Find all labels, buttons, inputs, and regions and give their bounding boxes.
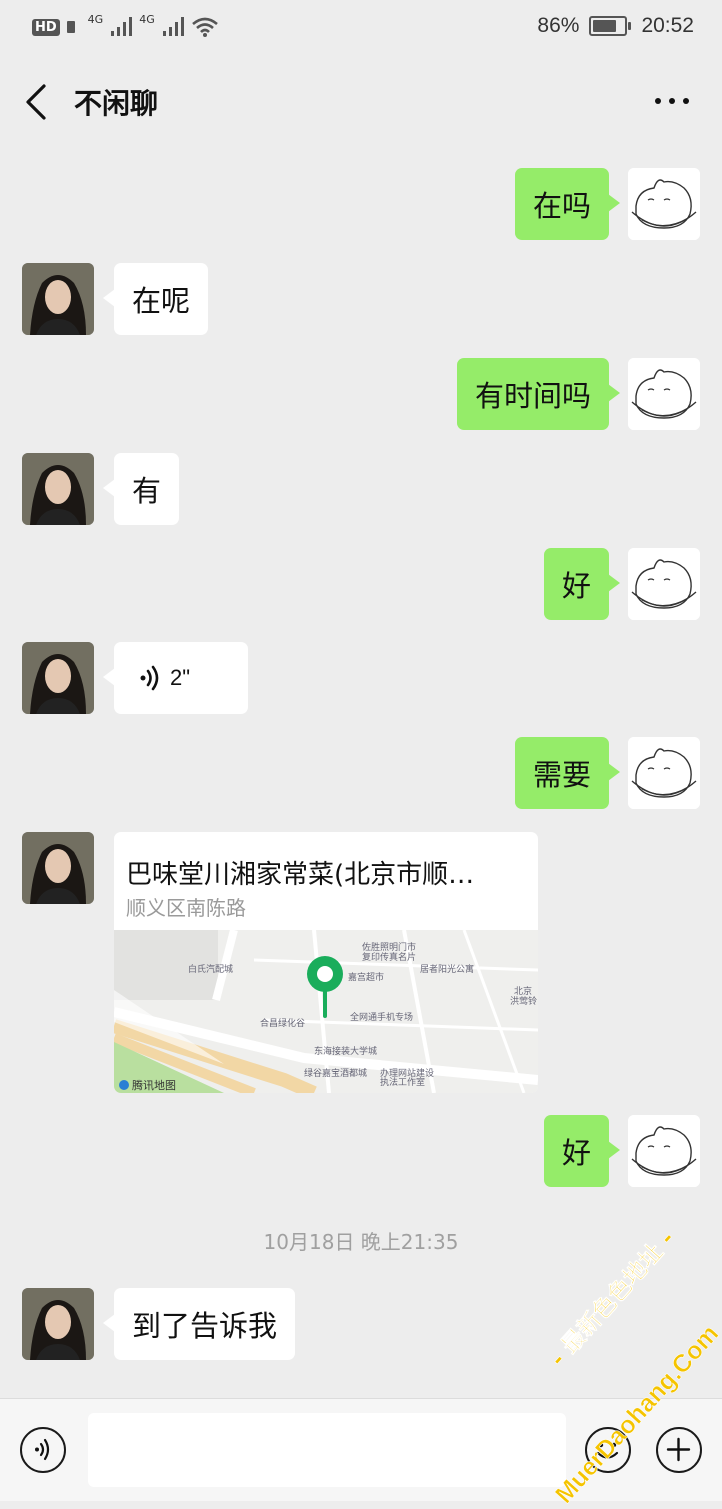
- avatar-contact[interactable]: [22, 832, 94, 904]
- map-brand: 腾讯地图: [118, 1077, 176, 1093]
- map-pin-icon: [307, 956, 343, 1018]
- avatar-self[interactable]: [628, 548, 700, 620]
- map-label: 嘉宫超市: [348, 973, 385, 983]
- contact-photo-icon: [22, 263, 94, 335]
- map-brand-logo-icon: [119, 1080, 129, 1090]
- clock: 20:52: [641, 14, 694, 37]
- voice-duration: 2": [170, 665, 191, 690]
- message-text: 好: [561, 569, 591, 603]
- signal-1-label: 4G: [87, 12, 104, 26]
- status-bar: HD 4G 4G 86% 20:52: [0, 0, 722, 58]
- message-bubble-other[interactable]: 有: [102, 453, 180, 525]
- voice-toggle-button[interactable]: [20, 1427, 66, 1473]
- map-label: 全网通手机专场: [350, 1013, 414, 1023]
- avatar-contact[interactable]: [22, 263, 94, 335]
- message-text: 到了告诉我: [132, 1309, 278, 1343]
- wifi-icon: [191, 17, 218, 37]
- message-text: 在吗: [532, 189, 591, 223]
- message-bubble-self[interactable]: 好: [543, 548, 621, 620]
- message-input[interactable]: [88, 1413, 566, 1487]
- signal-2-label: 4G: [139, 12, 155, 26]
- message-timestamp: 10月18日 晚上21:35: [263, 1230, 459, 1254]
- avatar-self[interactable]: [628, 737, 700, 809]
- avatar-contact[interactable]: [22, 453, 94, 525]
- map-label: 东海接装大学城: [314, 1047, 378, 1057]
- chat-header: 不闲聊: [0, 58, 722, 144]
- map-label: 合昌绿化谷: [260, 1019, 306, 1029]
- contact-photo-icon: [22, 453, 94, 525]
- avatar-contact[interactable]: [22, 642, 94, 714]
- contact-photo-icon: [22, 642, 94, 714]
- location-card[interactable]: 巴味堂川湘家常菜(北京市顺… 顺义区南陈路 佐胜照明门市 复印传真名片 嘉宫超市: [114, 832, 538, 1093]
- voice-wave-icon: [140, 665, 159, 691]
- message-bubble-self[interactable]: 有时间吗: [456, 358, 621, 430]
- battery-icon: [589, 16, 632, 36]
- contact-photo-icon: [22, 1288, 94, 1360]
- map-label: 居者阳光公寓: [420, 965, 475, 975]
- map-label: 复印传真名片: [362, 953, 417, 963]
- map-label: 白氏汽配城: [188, 965, 234, 975]
- voice-toggle-icon: [35, 1438, 50, 1461]
- sim-icon: [66, 21, 75, 33]
- voice-message-bubble[interactable]: 2": [103, 642, 248, 714]
- avatar-self[interactable]: [628, 1115, 700, 1187]
- message-bubble-other[interactable]: 到了告诉我: [102, 1288, 296, 1360]
- message-bubble-self[interactable]: 在吗: [514, 168, 621, 240]
- message-text: 好: [561, 1136, 591, 1170]
- signal-1-icon: [111, 17, 133, 36]
- message-text: 有时间吗: [474, 379, 591, 413]
- location-title: 巴味堂川湘家常菜(北京市顺…: [126, 860, 475, 890]
- site-watermark: - 最新色色地址 - MuerDaohang.Com: [545, 1226, 722, 1509]
- message-bubble-self[interactable]: 需要: [514, 737, 621, 809]
- message-bubble-self[interactable]: 好: [543, 1115, 621, 1187]
- cat-avatar-icon: [628, 1115, 700, 1187]
- battery-percent: 86%: [537, 14, 580, 37]
- chevron-left-icon[interactable]: [18, 80, 54, 124]
- more-dots-icon[interactable]: [652, 86, 692, 116]
- map-label: 绿谷嘉宝酒都城: [304, 1069, 368, 1079]
- message-text: 需要: [532, 758, 591, 792]
- cat-avatar-icon: [628, 548, 700, 620]
- message-text: 在呢: [132, 284, 191, 318]
- signal-2-icon: [162, 17, 184, 36]
- cat-avatar-icon: [628, 358, 700, 430]
- location-map[interactable]: 佐胜照明门市 复印传真名片 嘉宫超市 居者阳光公寓 北京 洪莺铃 白氏汽配城 合…: [114, 930, 538, 1093]
- avatar-contact[interactable]: [22, 1288, 94, 1360]
- cat-avatar-icon: [628, 737, 700, 809]
- chat-title: 不闲聊: [74, 87, 159, 120]
- cat-avatar-icon: [628, 168, 700, 240]
- contact-photo-icon: [22, 832, 94, 904]
- avatar-self[interactable]: [628, 358, 700, 430]
- hd-badge: HD: [32, 18, 60, 36]
- avatar-self[interactable]: [628, 168, 700, 240]
- map-label: 执法工作室: [380, 1078, 426, 1088]
- location-address: 顺义区南陈路: [126, 896, 246, 920]
- message-text: 有: [132, 474, 162, 508]
- map-label: 洪莺铃: [510, 997, 538, 1007]
- message-bubble-other[interactable]: 在呢: [102, 263, 209, 335]
